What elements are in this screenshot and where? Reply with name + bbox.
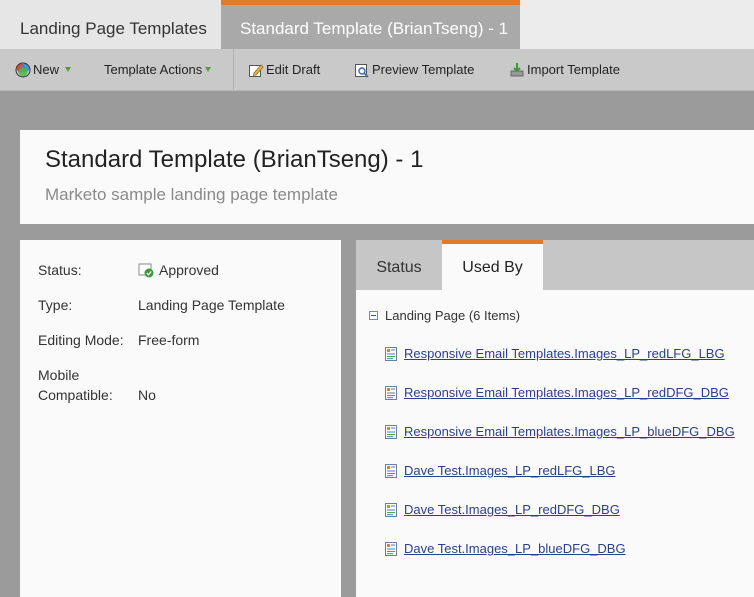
page-title: Standard Template (BrianTseng) - 1 xyxy=(45,146,424,173)
import-template-label: Import Template xyxy=(527,62,620,77)
list-item: Dave Test.Images_LP_blueDFG_DBG xyxy=(385,541,626,556)
collapse-icon[interactable] xyxy=(369,311,378,320)
used-by-panel: Landing Page (6 Items) Responsive Email … xyxy=(356,290,754,597)
edit-draft-icon xyxy=(249,63,264,77)
preview-template-label: Preview Template xyxy=(372,62,475,77)
tab-landing-page-templates[interactable]: Landing Page Templates xyxy=(0,0,221,49)
group-label: Landing Page (6 Items) xyxy=(385,308,521,323)
type-label: Type: xyxy=(38,297,73,313)
tab-bar-filler xyxy=(520,0,754,50)
landing-page-icon xyxy=(385,502,397,517)
list-item: Responsive Email Templates.Images_LP_blu… xyxy=(385,424,735,439)
landing-page-group[interactable]: Landing Page (6 Items) xyxy=(369,308,520,323)
details-panel: Status: Approved Type: Landing Page Temp… xyxy=(20,240,341,597)
list-item: Responsive Email Templates.Images_LP_red… xyxy=(385,385,729,400)
top-tab-bar: Landing Page Templates Standard Template… xyxy=(0,0,754,50)
status-value: Approved xyxy=(138,260,219,280)
new-icon xyxy=(15,62,31,77)
type-value: Landing Page Template xyxy=(138,297,285,313)
tab-status[interactable]: Status xyxy=(356,240,442,290)
edit-draft-label: Edit Draft xyxy=(266,62,321,77)
chevron-down-icon xyxy=(65,67,72,72)
editing-mode-value: Free-form xyxy=(138,332,200,348)
new-button[interactable]: New xyxy=(15,49,72,90)
landing-page-link[interactable]: Dave Test.Images_LP_blueDFG_DBG xyxy=(404,541,626,556)
landing-page-icon xyxy=(385,541,397,556)
editing-mode-label: Editing Mode: xyxy=(38,332,124,348)
detail-tabs: Status Used By xyxy=(356,240,754,290)
preview-icon xyxy=(355,63,369,78)
landing-page-icon xyxy=(385,463,397,478)
status-label: Status: xyxy=(38,262,82,278)
toolbar: New Template Actions Edit Draft Preview … xyxy=(0,49,754,91)
edit-draft-button[interactable]: Edit Draft xyxy=(248,49,320,90)
landing-page-link[interactable]: Dave Test.Images_LP_redLFG_LBG xyxy=(404,463,616,478)
list-item: Dave Test.Images_LP_redDFG_DBG xyxy=(385,502,620,517)
tab-standard-template[interactable]: Standard Template (BrianTseng) - 1 xyxy=(221,0,520,49)
landing-page-icon xyxy=(385,385,397,400)
landing-page-link[interactable]: Responsive Email Templates.Images_LP_red… xyxy=(404,385,729,400)
toolbar-divider xyxy=(233,49,234,90)
landing-page-link[interactable]: Responsive Email Templates.Images_LP_red… xyxy=(404,346,725,361)
chevron-down-icon xyxy=(205,67,212,72)
landing-page-icon xyxy=(385,346,397,361)
template-header: Standard Template (BrianTseng) - 1 Marke… xyxy=(20,130,754,224)
landing-page-link[interactable]: Dave Test.Images_LP_redDFG_DBG xyxy=(404,502,620,517)
landing-page-icon xyxy=(385,424,397,439)
template-actions-button[interactable]: Template Actions xyxy=(104,49,212,90)
template-actions-label: Template Actions xyxy=(104,62,203,77)
approved-icon xyxy=(138,263,154,278)
list-item: Dave Test.Images_LP_redLFG_LBG xyxy=(385,463,616,478)
list-item: Responsive Email Templates.Images_LP_red… xyxy=(385,346,725,361)
new-label: New xyxy=(33,62,60,77)
mobile-label-line2: Compatible: xyxy=(38,387,113,403)
import-template-button[interactable]: Import Template xyxy=(509,49,620,90)
page-subtitle: Marketo sample landing page template xyxy=(45,185,338,204)
status-text: Approved xyxy=(159,262,219,278)
preview-template-button[interactable]: Preview Template xyxy=(354,49,474,90)
mobile-value: No xyxy=(138,387,156,403)
mobile-label-line1: Mobile xyxy=(38,367,80,383)
landing-page-link[interactable]: Responsive Email Templates.Images_LP_blu… xyxy=(404,424,735,439)
import-icon xyxy=(510,62,524,76)
tab-used-by[interactable]: Used By xyxy=(442,240,543,290)
